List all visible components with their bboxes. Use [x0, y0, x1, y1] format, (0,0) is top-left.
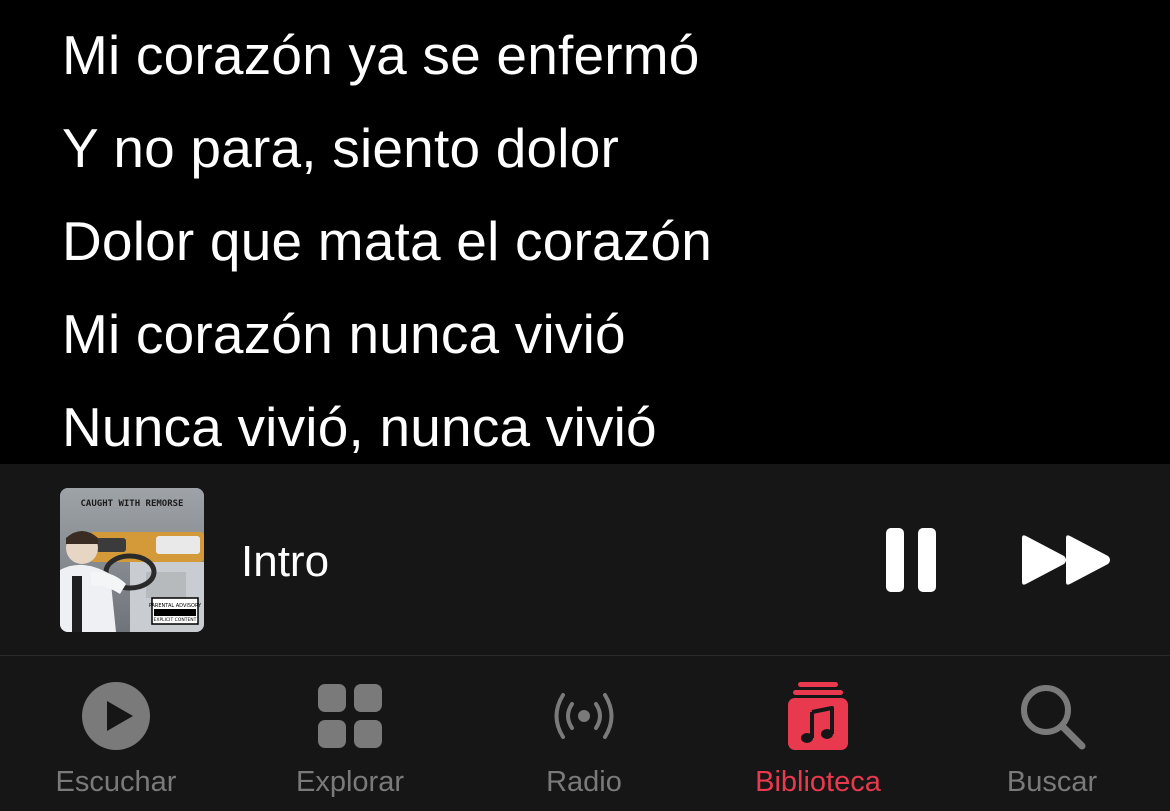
tab-escuchar[interactable]: Escuchar	[16, 656, 216, 811]
tab-label: Buscar	[1006, 766, 1098, 798]
album-artwork[interactable]: CAUGHT WITH REMORSE PARENTAL ADVISORY EX…	[60, 488, 204, 632]
tab-buscar[interactable]: Buscar	[952, 656, 1152, 811]
tab-label: Biblioteca	[755, 766, 881, 798]
tab-radio[interactable]: Radio	[484, 656, 684, 811]
tab-label: Explorar	[296, 766, 404, 798]
album-artwork-image: CAUGHT WITH REMORSE PARENTAL ADVISORY EX…	[60, 488, 204, 632]
lyric-line[interactable]: Y no para, siento dolor	[62, 121, 619, 176]
grid-icon	[318, 684, 382, 748]
lyrics-view[interactable]: Mi corazón ya se enfermó Y no para, sien…	[0, 0, 1170, 464]
lyric-line[interactable]: Mi corazón ya se enfermó	[62, 28, 700, 83]
music-app-screen: Mi corazón ya se enfermó Y no para, sien…	[0, 0, 1170, 811]
advisory-label-sub: EXPLICIT CONTENT	[154, 617, 197, 623]
play-circle-icon	[82, 682, 150, 750]
lyric-line[interactable]: Dolor que mata el corazón	[62, 214, 712, 269]
lyric-line[interactable]: Nunca vivió, nunca vivió	[62, 400, 657, 455]
tab-label: Escuchar	[55, 766, 177, 798]
tab-explorar[interactable]: Explorar	[250, 656, 450, 811]
lyric-line[interactable]: Mi corazón nunca vivió	[62, 307, 626, 362]
tab-label: Radio	[546, 766, 622, 798]
next-track-button[interactable]	[1016, 532, 1116, 588]
tab-bar: Escuchar Explorar Radio Biblioteca Busca…	[0, 655, 1170, 811]
broadcast-icon	[554, 693, 614, 739]
mini-player[interactable]: CAUGHT WITH REMORSE PARENTAL ADVISORY EX…	[0, 464, 1170, 655]
pause-icon	[886, 528, 936, 592]
album-cover-text: CAUGHT WITH REMORSE	[81, 499, 184, 509]
pause-button[interactable]	[880, 526, 942, 594]
music-library-icon	[788, 682, 848, 750]
fast-forward-icon	[1022, 535, 1110, 585]
search-icon	[1021, 685, 1086, 750]
track-title[interactable]: Intro	[241, 540, 329, 584]
tab-biblioteca[interactable]: Biblioteca	[718, 656, 918, 811]
advisory-label-top: PARENTAL ADVISORY	[149, 603, 202, 609]
